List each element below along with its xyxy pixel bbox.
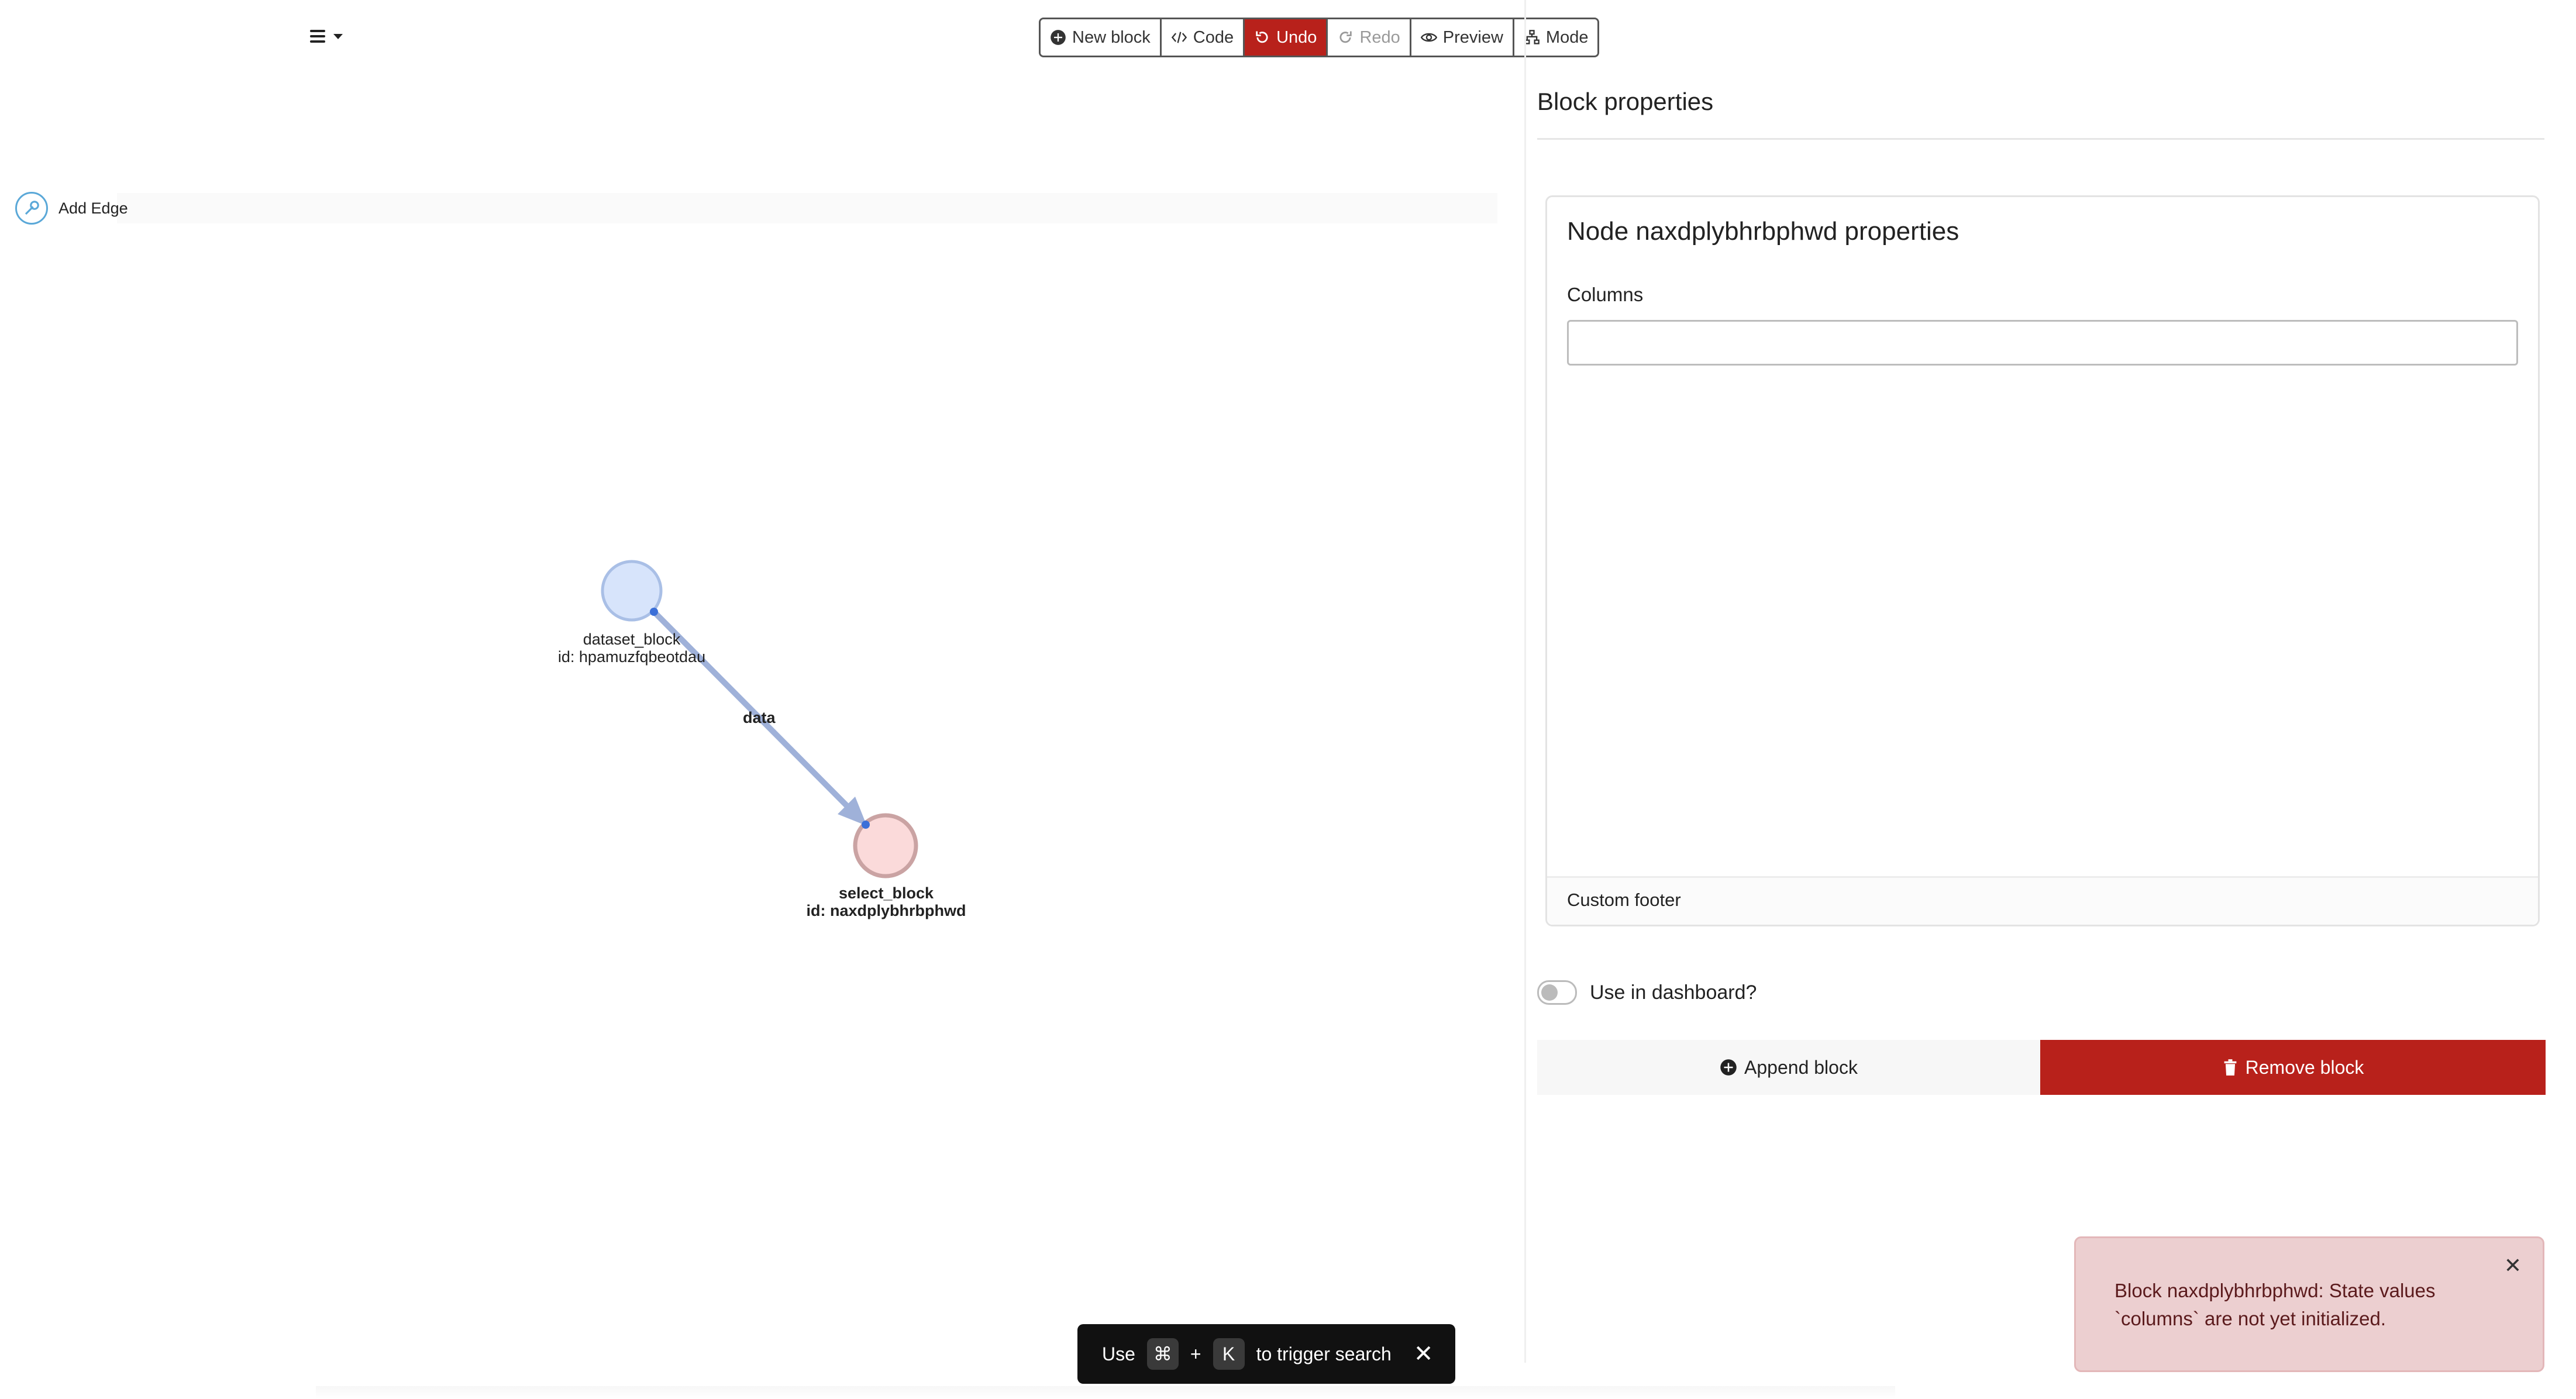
command-key-icon: ⌘: [1146, 1338, 1179, 1370]
card-title: Node naxdplybhrbphwd properties: [1567, 217, 1959, 246]
search-hint-text: to trigger search: [1256, 1343, 1392, 1364]
panel-divider-line: [1537, 138, 2544, 140]
node-properties-card: Node naxdplybhrbphwd properties Columns …: [1545, 195, 2540, 926]
search-hint-plus: +: [1190, 1343, 1201, 1364]
columns-input[interactable]: [1567, 320, 2518, 366]
plus-circle-icon: [1720, 1059, 1737, 1076]
k-key: K: [1213, 1338, 1245, 1370]
graph-canvas[interactable]: [0, 0, 1521, 1345]
card-footer-text: Custom footer: [1567, 890, 1681, 910]
panel-divider: [1524, 0, 1526, 1363]
toggle-knob: [1541, 984, 1558, 1001]
append-block-button[interactable]: Append block: [1537, 1040, 2040, 1095]
remove-block-label: Remove block: [2245, 1056, 2364, 1078]
edge-source-handle[interactable]: [650, 608, 658, 616]
select-node-name: select_block: [838, 884, 934, 902]
search-hint-bar: Use ⌘ + K to trigger search ✕: [1077, 1324, 1455, 1384]
search-hint-use: Use: [1102, 1343, 1135, 1364]
dashboard-toggle-label: Use in dashboard?: [1590, 981, 1757, 1004]
bottom-bar-edge: [316, 1386, 1895, 1399]
dashboard-toggle-row: Use in dashboard?: [1537, 980, 1757, 1005]
dataset-node-name: dataset_block: [583, 630, 681, 648]
select-node-id: id: naxdplybhrbphwd: [806, 902, 966, 919]
trash-icon: [2224, 1059, 2237, 1076]
toast-message: Block naxdplybhrbphwd: State values `col…: [2114, 1280, 2436, 1329]
columns-label: Columns: [1567, 284, 1644, 305]
dataset-node-label: dataset_block id: hpamuzfqbeotdau: [544, 630, 719, 666]
close-icon[interactable]: ✕: [2504, 1253, 2522, 1278]
dataset-node-id: id: hpamuzfqbeotdau: [557, 648, 706, 666]
select-node-label: select_block id: naxdplybhrbphwd: [795, 884, 977, 919]
dashboard-toggle[interactable]: [1537, 980, 1577, 1005]
panel-title: Block properties: [1537, 88, 1714, 115]
card-footer: Custom footer: [1547, 876, 2538, 925]
mode-button[interactable]: Mode: [1514, 19, 1598, 56]
append-block-label: Append block: [1744, 1056, 1858, 1078]
sitemap-icon: [1524, 30, 1540, 44]
mode-label: Mode: [1545, 27, 1589, 47]
remove-block-button[interactable]: Remove block: [2040, 1040, 2546, 1095]
edge-label: data: [743, 709, 776, 726]
error-toast: ✕ Block naxdplybhrbphwd: State values `c…: [2074, 1236, 2544, 1372]
edge-target-handle[interactable]: [862, 821, 870, 829]
close-icon[interactable]: ✕: [1414, 1341, 1434, 1367]
